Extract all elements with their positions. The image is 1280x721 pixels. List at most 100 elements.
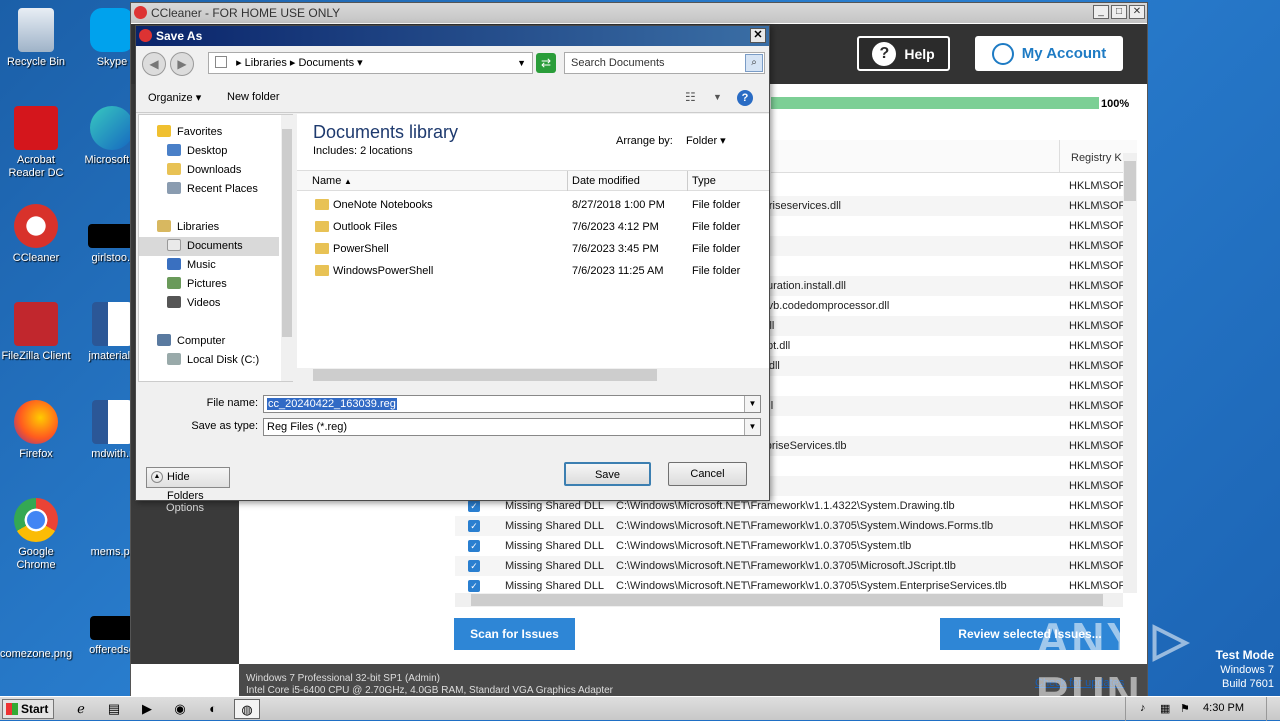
- file-name: WindowsPowerShell: [333, 265, 434, 277]
- address-dropdown-icon[interactable]: ▼: [517, 53, 526, 73]
- file-date: 7/6/2023 4:12 PM: [572, 221, 659, 233]
- table-row[interactable]: ✓ Missing Shared DLL C:\Windows\Microsoft.…: [455, 556, 1123, 576]
- edge-taskbar-icon[interactable]: ◐: [200, 699, 226, 719]
- dialog-close-button[interactable]: ✕: [750, 28, 766, 43]
- clock[interactable]: 4:30 PM: [1203, 702, 1244, 714]
- column-date-modified[interactable]: Date modified: [572, 175, 640, 187]
- results-vertical-scrollbar[interactable]: [1123, 153, 1137, 593]
- list-item[interactable]: OneNote Notebooks 8/27/2018 1:00 PM File f…: [297, 194, 769, 216]
- list-item[interactable]: WindowsPowerShell 7/6/2023 11:25 AM File f…: [297, 260, 769, 282]
- hide-folders-button[interactable]: ▲ Hide Folders: [146, 467, 230, 502]
- dialog-title: Save As: [156, 29, 203, 43]
- help-icon[interactable]: ?: [737, 90, 753, 106]
- column-name[interactable]: Name: [312, 175, 341, 187]
- ie-icon[interactable]: ℯ: [68, 699, 94, 719]
- media-player-icon[interactable]: ▶: [134, 699, 160, 719]
- refresh-button[interactable]: ⇄: [536, 53, 556, 73]
- file-icon: [90, 498, 134, 542]
- desktop-icon-comezone[interactable]: comezone.png: [0, 600, 72, 661]
- desktop-icon-filezilla[interactable]: FileZilla Client: [0, 302, 72, 363]
- nav-favorites[interactable]: Favorites: [157, 123, 297, 142]
- row-checkbox[interactable]: ✓: [468, 580, 480, 592]
- close-button[interactable]: ✕: [1129, 5, 1145, 19]
- row-checkbox[interactable]: ✓: [468, 560, 480, 572]
- start-button[interactable]: Start: [2, 699, 54, 719]
- minimize-button[interactable]: _: [1093, 5, 1109, 19]
- navpane-scrollbar[interactable]: [281, 115, 293, 381]
- desktop-icon-recycle-bin[interactable]: Recycle Bin: [0, 8, 72, 69]
- recycle-bin-icon: [18, 8, 54, 52]
- desktop-icon-chrome[interactable]: Google Chrome: [0, 498, 72, 572]
- recent-places-icon: [167, 182, 181, 194]
- save-button[interactable]: Save: [564, 462, 651, 486]
- desktop-icon-ccleaner[interactable]: CCleaner: [0, 204, 72, 265]
- flag-icon[interactable]: ⚑: [1180, 702, 1190, 715]
- results-horizontal-scrollbar[interactable]: [455, 593, 1123, 607]
- issue-registry-key: HKLM\SOFT: [1069, 180, 1123, 192]
- list-item[interactable]: PowerShell 7/6/2023 3:45 PM File folder: [297, 238, 769, 260]
- explorer-icon[interactable]: ▤: [101, 699, 127, 719]
- view-options-icon[interactable]: ☷: [685, 90, 696, 104]
- address-bar[interactable]: ▸ Libraries ▸ Documents ▾ ▼: [208, 52, 533, 74]
- file-list-horizontal-scrollbar[interactable]: [297, 368, 769, 382]
- search-icon[interactable]: ⌕: [745, 54, 763, 72]
- nav-computer[interactable]: Computer: [157, 332, 297, 351]
- speaker-icon[interactable]: ♪: [1140, 702, 1146, 714]
- ccleaner-titlebar[interactable]: CCleaner - FOR HOME USE ONLY _ □ ✕: [131, 3, 1147, 23]
- issue-registry-key: HKLM\SOFT: [1069, 420, 1123, 432]
- save-as-dialog: Save As ✕ ◀ ▶ ▸ Libraries ▸ Documents ▾ …: [135, 25, 770, 502]
- organize-button[interactable]: Organize ▾: [148, 91, 201, 104]
- file-name-input[interactable]: cc_20240422_163039.reg ▼: [263, 395, 761, 413]
- table-row[interactable]: ✓ Missing Shared DLL C:\Windows\Microsoft.…: [455, 516, 1123, 536]
- dialog-titlebar[interactable]: Save As ✕: [136, 26, 769, 46]
- arrange-by-dropdown[interactable]: Folder ▾: [686, 135, 726, 147]
- row-checkbox[interactable]: ✓: [468, 540, 480, 552]
- table-row[interactable]: ✓ Missing Shared DLL C:\Windows\Microsoft.…: [455, 536, 1123, 556]
- new-folder-button[interactable]: New folder: [227, 91, 280, 103]
- help-button[interactable]: ? Help: [857, 36, 950, 71]
- folder-icon: [315, 221, 329, 232]
- show-desktop-button[interactable]: [1266, 697, 1280, 721]
- scan-for-issues-button[interactable]: Scan for Issues: [454, 618, 575, 650]
- nav-libraries[interactable]: Libraries: [157, 218, 297, 237]
- file-type: File folder: [692, 265, 741, 277]
- file-name-dropdown-icon[interactable]: ▼: [744, 396, 760, 412]
- row-checkbox[interactable]: ✓: [468, 520, 480, 532]
- desktop-icon-firefox[interactable]: Firefox: [0, 400, 72, 461]
- user-icon: [991, 42, 1014, 65]
- view-dropdown-icon[interactable]: ▼: [713, 92, 722, 102]
- search-input[interactable]: Search Documents ⌕: [564, 52, 765, 74]
- list-item[interactable]: Outlook Files 7/6/2023 4:12 PM File folder: [297, 216, 769, 238]
- navigation-pane: Favorites Desktop Downloads Recent Place…: [138, 114, 293, 382]
- forward-button[interactable]: ▶: [170, 52, 194, 76]
- ccleaner-taskbar-icon[interactable]: ◍: [234, 699, 260, 719]
- save-as-type-dropdown-icon[interactable]: ▼: [744, 419, 760, 435]
- videos-icon: [167, 296, 181, 308]
- nav-documents[interactable]: Documents: [139, 237, 279, 256]
- file-name: Outlook Files: [333, 221, 398, 233]
- network-icon[interactable]: ▦: [1160, 702, 1170, 715]
- file-name: PowerShell: [333, 243, 389, 255]
- issue-registry-key: HKLM\SOFT: [1069, 320, 1123, 332]
- file-list-header: Name ▲ Date modified Type: [297, 170, 769, 191]
- library-icon: [215, 56, 227, 68]
- maximize-button[interactable]: □: [1111, 5, 1127, 19]
- column-type[interactable]: Type: [692, 175, 716, 187]
- save-as-type-select[interactable]: Reg Files (*.reg) ▼: [263, 418, 761, 436]
- collapse-icon: ▲: [151, 471, 163, 483]
- back-button[interactable]: ◀: [142, 52, 166, 76]
- my-account-button[interactable]: My Account: [975, 36, 1123, 71]
- row-checkbox[interactable]: ✓: [468, 500, 480, 512]
- library-includes[interactable]: Includes: 2 locations: [313, 145, 413, 157]
- acrobat-icon: [14, 106, 58, 150]
- image-file-icon: [88, 224, 136, 248]
- chrome-taskbar-icon[interactable]: ◉: [167, 699, 193, 719]
- file-type: File folder: [692, 199, 741, 211]
- pictures-icon: [167, 277, 181, 289]
- issue-registry-key: HKLM\SOFT: [1069, 300, 1123, 312]
- dialog-toolbar: Organize ▾ New folder ☷ ▼ ?: [136, 83, 769, 113]
- desktop-icon-acrobat[interactable]: Acrobat Reader DC: [0, 106, 72, 180]
- cancel-button[interactable]: Cancel: [668, 462, 747, 486]
- drive-icon: [167, 353, 181, 365]
- issue-registry-key: HKLM\SOFT: [1069, 460, 1123, 472]
